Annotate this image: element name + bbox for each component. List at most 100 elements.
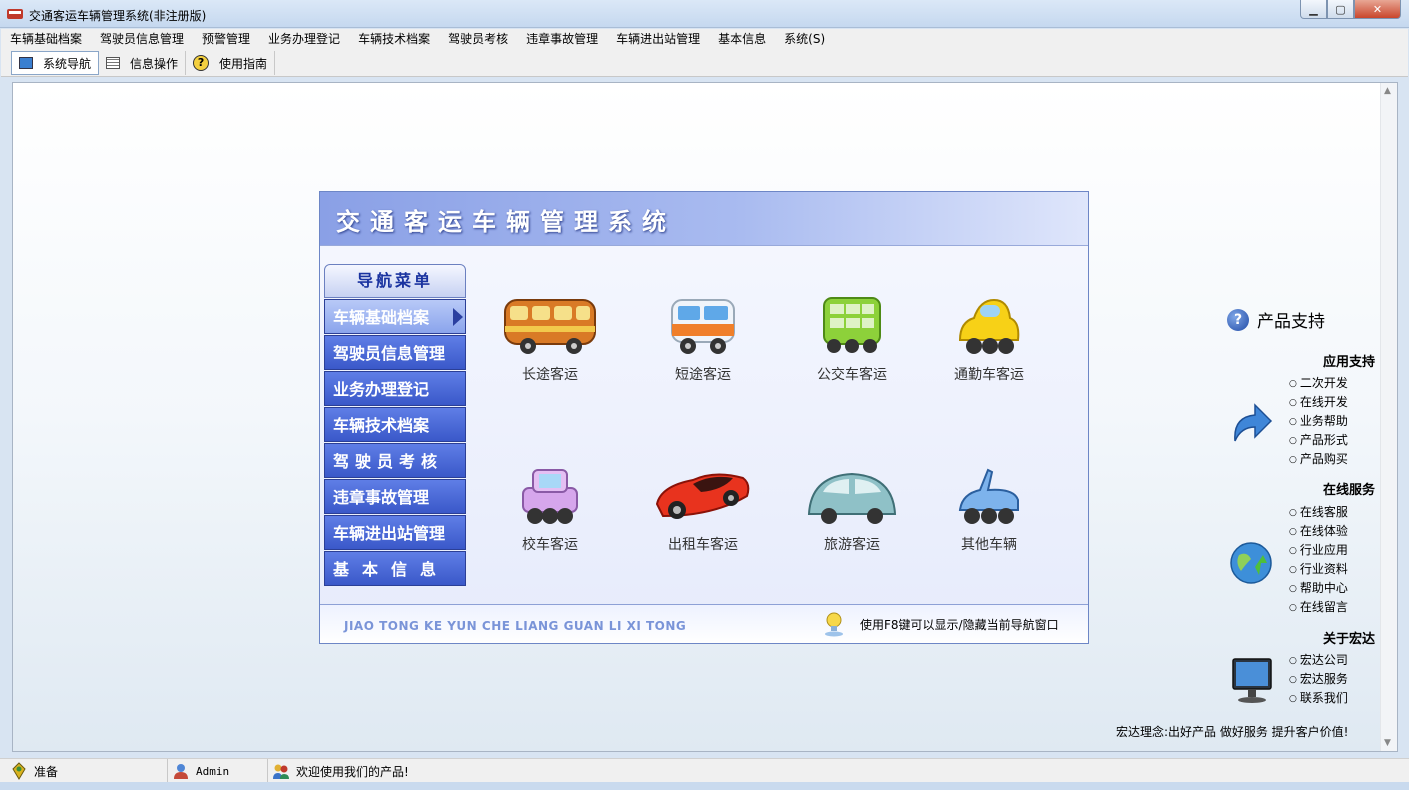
lightbulb-icon	[825, 612, 843, 637]
menu-vehicle-records[interactable]: 车辆基础档案	[1, 29, 91, 50]
long-bus-icon	[504, 299, 596, 354]
product-support-title: ? 产品支持	[1227, 307, 1325, 332]
link-help-center[interactable]: 帮助中心	[1289, 579, 1348, 598]
link-contact[interactable]: 联系我们	[1289, 689, 1348, 708]
title-bar: 交通客运车辆管理系统(非注册版) ▁ ▢ ✕	[0, 0, 1409, 28]
grid-icon	[106, 57, 121, 69]
globe-icon	[1230, 542, 1272, 584]
menu-basic-info[interactable]: 基本信息	[709, 29, 775, 50]
user-guide-label: 使用指南	[219, 56, 268, 71]
purple-bus-icon	[522, 469, 578, 524]
link-secondary-dev[interactable]: 二次开发	[1289, 374, 1348, 393]
link-product-forms[interactable]: 产品形式	[1289, 431, 1348, 450]
info-operation-button[interactable]: 信息操作	[99, 51, 187, 75]
menu-tech-records[interactable]: 车辆技术档案	[349, 29, 439, 50]
arrow-icon	[1234, 403, 1273, 442]
question-icon: ?	[1227, 308, 1249, 331]
vehicle-label: 其他车辆	[961, 537, 1017, 553]
vehicle-label: 长途客运	[522, 367, 578, 383]
app-support-heading: 应用支持	[1322, 355, 1375, 370]
vehicle-other[interactable]: 其他车辆	[924, 466, 1054, 554]
status-bar: 准备 Admin 欢迎使用我们的产品!	[0, 758, 1409, 783]
scroll-up-icon[interactable]: ▲	[1384, 86, 1391, 96]
nav-item-driver-info[interactable]: 驾驶员信息管理	[324, 335, 466, 370]
nav-item-driver-assessment[interactable]: 驾驶员考核	[324, 443, 466, 478]
pin-icon	[12, 762, 26, 780]
online-service-links: 在线客服 在线体验 行业应用 行业资料 帮助中心 在线留言	[1289, 503, 1348, 617]
nav-item-business[interactable]: 业务办理登记	[324, 371, 466, 406]
link-online-trial[interactable]: 在线体验	[1289, 522, 1348, 541]
vehicle-tourism[interactable]: 旅游客运	[787, 466, 917, 554]
bus-app-icon	[7, 9, 23, 19]
nav-item-station[interactable]: 车辆进出站管理	[324, 515, 466, 550]
menu-station[interactable]: 车辆进出站管理	[607, 29, 709, 50]
monitor-icon	[19, 57, 33, 69]
vehicle-school-bus[interactable]: 校车客运	[485, 466, 615, 554]
link-online-message[interactable]: 在线留言	[1289, 598, 1348, 617]
footer-hint: 使用F8键可以显示/隐藏当前导航窗口	[860, 618, 1059, 632]
close-button[interactable]: ✕	[1354, 0, 1401, 19]
link-company[interactable]: 宏达公司	[1289, 651, 1348, 670]
banner-title: 交通客运车辆管理系统	[336, 207, 676, 236]
toolbar: 系统导航 信息操作 ? 使用指南	[1, 50, 1408, 77]
help-icon: ?	[193, 55, 210, 71]
monitor-icon	[1232, 658, 1272, 703]
link-online-dev[interactable]: 在线开发	[1289, 393, 1348, 412]
nav-menu-header: 导航菜单	[324, 264, 466, 298]
vehicle-label: 通勤车客运	[954, 367, 1024, 383]
online-service-heading: 在线服务	[1322, 483, 1375, 498]
vehicle-label: 出租车客运	[668, 537, 738, 553]
vehicle-commuter[interactable]: 通勤车客运	[924, 296, 1054, 384]
window-title: 交通客运车辆管理系统(非注册版)	[29, 9, 207, 23]
minimize-button[interactable]: ▁	[1300, 0, 1327, 19]
menu-system[interactable]: 系统(S)	[775, 29, 834, 50]
link-online-support[interactable]: 在线客服	[1289, 503, 1348, 522]
menu-business[interactable]: 业务办理登记	[259, 29, 349, 50]
menu-driver-info[interactable]: 驾驶员信息管理	[91, 29, 193, 50]
nav-item-accident[interactable]: 违章事故管理	[324, 479, 466, 514]
vehicle-label: 短途客运	[675, 367, 731, 383]
status-welcome-pane: 欢迎使用我们的产品!	[272, 759, 572, 783]
product-support-label: 产品支持	[1257, 312, 1325, 332]
vehicle-taxi[interactable]: 出租车客运	[638, 466, 768, 554]
nav-item-vehicle-records[interactable]: 车辆基础档案	[324, 299, 466, 334]
nav-item-tech-records[interactable]: 车辆技术档案	[324, 407, 466, 442]
link-product-purchase[interactable]: 产品购买	[1289, 450, 1348, 469]
users-icon	[273, 764, 289, 779]
menu-accident[interactable]: 违章事故管理	[517, 29, 607, 50]
nav-item-basic-info[interactable]: 基本信息	[324, 551, 466, 586]
status-ready-pane: 准备	[10, 759, 168, 783]
link-industry-apps[interactable]: 行业应用	[1289, 541, 1348, 560]
navigation-window: 交通客运车辆管理系统 导航菜单 车辆基础档案 驾驶员信息管理 业务办理登记 车辆…	[319, 191, 1089, 644]
maximize-button[interactable]: ▢	[1327, 0, 1354, 19]
info-operation-label: 信息操作	[130, 56, 179, 71]
menu-driver-assessment[interactable]: 驾驶员考核	[439, 29, 517, 50]
link-services[interactable]: 宏达服务	[1289, 670, 1348, 689]
short-bus-icon	[671, 299, 735, 354]
scroll-down-icon[interactable]: ▼	[1384, 738, 1391, 748]
status-ready: 准备	[34, 764, 59, 779]
nav-banner: 交通客运车辆管理系统	[320, 192, 1088, 246]
vehicle-long-distance[interactable]: 长途客运	[485, 296, 615, 384]
arrow-right-icon	[453, 308, 463, 326]
company-motto: 宏达理念:出好产品 做好服务 提升客户价值!	[1116, 725, 1349, 739]
status-user-pane: Admin	[172, 759, 268, 783]
menu-warning[interactable]: 预警管理	[193, 29, 259, 50]
user-icon	[174, 764, 188, 779]
menu-bar: 车辆基础档案 驾驶员信息管理 预警管理 业务办理登记 车辆技术档案 驾驶员考核 …	[1, 29, 1408, 50]
user-guide-button[interactable]: ? 使用指南	[186, 51, 276, 75]
app-support-links: 二次开发 在线开发 业务帮助 产品形式 产品购买	[1289, 374, 1348, 469]
vehicle-city-bus[interactable]: 公交车客运	[787, 296, 917, 384]
vehicle-label: 公交车客运	[817, 367, 887, 383]
double-decker-icon	[823, 297, 881, 353]
status-user: Admin	[196, 764, 230, 778]
link-business-help[interactable]: 业务帮助	[1289, 412, 1348, 431]
about-heading: 关于宏达	[1322, 632, 1375, 647]
vehicle-short-distance[interactable]: 短途客运	[638, 296, 768, 384]
system-nav-button[interactable]: 系统导航	[11, 51, 100, 75]
vertical-scrollbar[interactable]: ▲ ▼	[1380, 83, 1397, 751]
client-area: ▲ ▼ 交通客运车辆管理系统 导航菜单 车辆基础档案 驾驶员信息管理 业务办理登…	[12, 82, 1398, 752]
nav-menu: 导航菜单 车辆基础档案 驾驶员信息管理 业务办理登记 车辆技术档案 驾驶员考核 …	[324, 264, 466, 586]
system-nav-label: 系统导航	[43, 56, 92, 71]
link-industry-docs[interactable]: 行业资料	[1289, 560, 1348, 579]
